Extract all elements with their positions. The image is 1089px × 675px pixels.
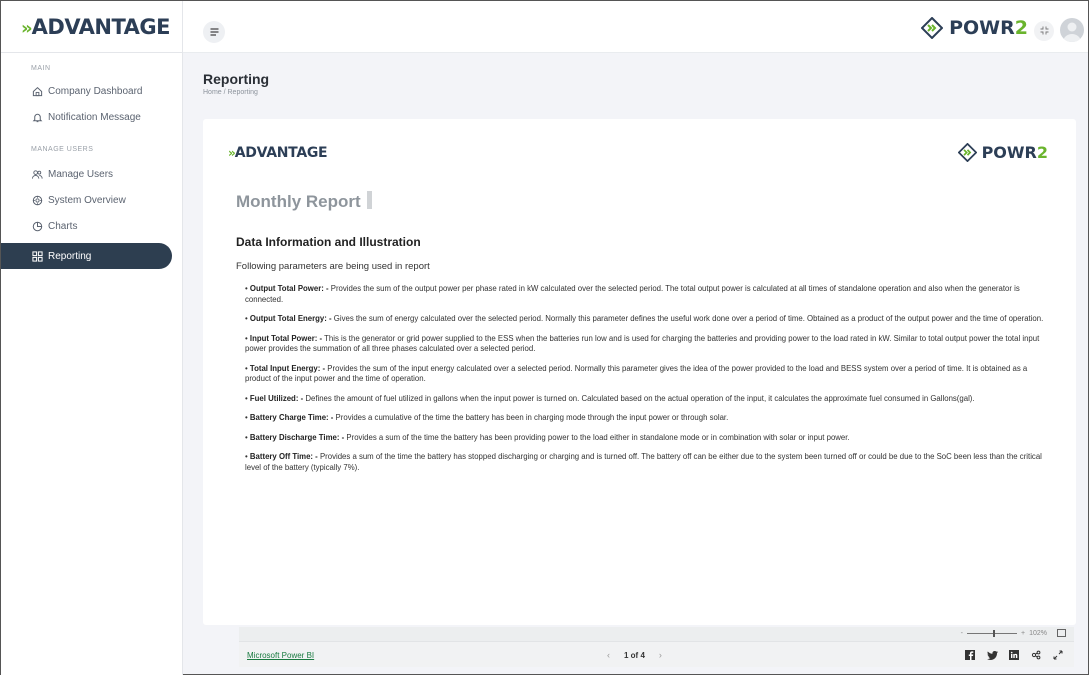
zoom-out-button[interactable]: - [961,630,963,637]
page-indicator: 1 of 4 [624,650,645,660]
sidebar-item-label: Notification Message [48,111,141,123]
parameter-list: • Output Total Power: - Provides the sum… [245,284,1045,482]
list-item: • Fuel Utilized: - Defines the amount of… [245,393,975,403]
menu-toggle-button[interactable] [203,21,225,43]
bell-icon [31,111,43,123]
breadcrumb: Home / Reporting [203,89,258,96]
report-viewer: »ADVANTAGE POWR 2 Monthly Report Data Inf… [203,119,1076,667]
users-icon [31,168,43,180]
zoom-slider-handle[interactable] [993,629,995,637]
zoom-slider[interactable] [967,629,1017,637]
list-item: • Input Total Power: - This is the gener… [245,333,1040,354]
zoom-bar: - + 102% [239,627,1074,641]
expand-icon[interactable] [1052,649,1064,661]
powerbi-link[interactable]: Microsoft Power BI [247,651,314,660]
page-navigator: ‹ 1 of 4 › [607,650,662,660]
twitter-icon[interactable] [986,649,998,661]
sidebar-item-label: Charts [48,220,78,232]
powerbi-footer: Microsoft Power BI ‹ 1 of 4 › [239,641,1074,667]
prev-page-button[interactable]: ‹ [607,650,610,660]
list-item: • Total Input Energy: - Provides the sum… [245,363,1028,384]
share-icons [964,649,1064,661]
sidebar-item-company-dashboard[interactable]: Company Dashboard [1,78,182,104]
fit-page-icon[interactable] [1057,629,1066,637]
list-item: • Battery Off Time: - Provides a sum of … [245,452,1042,472]
sidebar-item-label: Company Dashboard [48,85,143,97]
avatar[interactable] [1060,18,1084,42]
collapse-icon [1040,22,1049,40]
gear-icon [31,194,43,206]
title-accent-bar [366,191,372,209]
facebook-icon[interactable] [964,649,976,661]
sidebar-item-manage-users[interactable]: Manage Users [1,161,182,187]
grid-icon [31,250,43,262]
top-bar: POWR 2 [183,1,1088,53]
next-page-button[interactable]: › [659,650,662,660]
share-link-icon[interactable] [1030,649,1042,661]
linkedin-icon[interactable] [1008,649,1020,661]
zoom-in-button[interactable]: + [1021,630,1025,637]
sidebar-item-system-overview[interactable]: System Overview [1,187,182,213]
sidebar-item-label: System Overview [48,194,126,206]
home-icon [31,85,43,97]
sidebar-item-label: Manage Users [48,168,114,180]
zoom-controls: - + 102% [961,629,1066,637]
report-title: Monthly Report [236,191,372,212]
pie-chart-icon [31,220,43,232]
sidebar: »ADVANTAGE MAIN Company Dashboard Notifi… [1,1,183,675]
hamburger-icon [210,23,219,41]
page-title: Reporting [203,71,270,87]
app-logo[interactable]: »ADVANTAGE [1,1,182,53]
intro-text: Following parameters are being used in r… [236,261,430,272]
report-powr2-logo: POWR 2 [957,143,1048,162]
section-heading: Data Information and Illustration [236,235,421,249]
powr2-logo: POWR 2 [921,17,1028,39]
section-label-main: MAIN [31,65,51,72]
section-label-manage-users: MANAGE USERS [31,146,94,153]
main-content: Reporting Home / Reporting »ADVANTAGE PO… [183,53,1088,674]
fullscreen-button[interactable] [1034,21,1054,41]
powr2-mark-icon [957,143,977,162]
sidebar-item-reporting[interactable]: Reporting [1,243,172,269]
list-item: • Battery Discharge Time: - Provides a s… [245,432,850,442]
zoom-level: 102% [1029,629,1047,637]
list-item: • Output Total Power: - Provides the sum… [245,284,1020,304]
sidebar-item-label: Reporting [48,250,92,262]
advantage-logo: »ADVANTAGE [21,14,171,39]
powr2-mark-icon [921,17,944,39]
sidebar-item-charts[interactable]: Charts [1,213,182,239]
list-item: • Battery Charge Time: - Provides a cumu… [245,413,729,422]
report-advantage-logo: »ADVANTAGE [228,145,328,161]
list-item: • Output Total Energy: - Gives the sum o… [245,314,1044,323]
sidebar-item-notification-message[interactable]: Notification Message [1,104,182,130]
